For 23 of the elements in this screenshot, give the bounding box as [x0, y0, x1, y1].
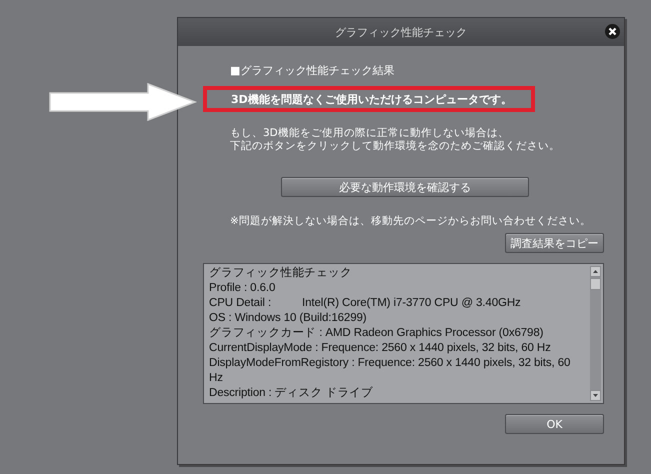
scroll-thumb[interactable]: [590, 278, 601, 290]
copy-button[interactable]: 調査結果をコピー: [505, 233, 604, 253]
ok-button[interactable]: OK: [505, 414, 604, 434]
scrollbar[interactable]: [590, 266, 601, 401]
log-line: Description : ディスク ドライブ: [209, 386, 374, 401]
scroll-down-icon[interactable]: [590, 390, 601, 401]
log-line: グラフィックカード : AMD Radeon Graphics Processor (0x6798): [209, 326, 544, 341]
description-text: もし、3D機能をご使用の際に正常に動作しない場合は、: [230, 127, 510, 140]
log-line: CPU Detail : Intel(R) Core(TM) i7-3770 CPU @ 3.40GHz: [209, 296, 522, 311]
close-icon[interactable]: [605, 24, 620, 39]
requirements-button[interactable]: 必要な動作環境を確認する: [281, 177, 529, 197]
log-line: グラフィック性能チェック: [209, 266, 353, 281]
log-line: Hz: [209, 371, 224, 386]
log-line: DisplayModeFromRegistory : Frequence: 2560 x 1440 pixels, 32 bits, 60: [209, 356, 572, 371]
log-line: OS : Windows 10 (Build:16299): [209, 311, 368, 326]
log-line: CurrentDisplayMode : Frequence: 2560 x 1440 pixels, 32 bits, 60 Hz: [209, 341, 552, 356]
description-text: 下記のボタンをクリックして動作環境を念のためご確認ください。: [230, 140, 561, 153]
scroll-up-icon[interactable]: [590, 266, 601, 277]
window-title: グラフィック性能チェック: [335, 24, 467, 40]
result-message: 3D機能を問題なくご使用いただけるコンピュータです。: [231, 92, 512, 106]
log-line: Profile : 0.6.0: [209, 281, 276, 296]
section-label: ■グラフィック性能チェック結果: [230, 63, 396, 78]
note-text: ※問題が解決しない場合は、移動先のページからお問い合わせください。: [230, 214, 592, 228]
